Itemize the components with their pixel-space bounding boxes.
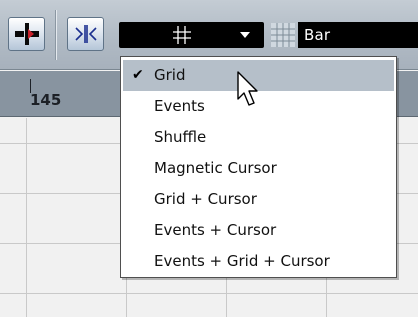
menu-item-label: Shuffle xyxy=(154,128,207,146)
chevron-down-icon xyxy=(240,32,250,38)
menu-item-shuffle[interactable]: Shuffle xyxy=(123,122,394,153)
snap-zero-crossing-button[interactable] xyxy=(67,17,104,51)
grid-icon xyxy=(173,26,191,44)
quantize-value: Bar xyxy=(304,26,331,44)
menu-item-label: Grid + Cursor xyxy=(154,190,257,208)
snap-to-zero-crossing-icon xyxy=(74,25,97,43)
menu-item-events-cursor[interactable]: Events + Cursor xyxy=(123,215,394,246)
quantize-grid-icon xyxy=(271,23,295,47)
menu-item-label: Grid xyxy=(154,66,186,84)
quantize-dropdown[interactable]: Bar xyxy=(298,22,418,48)
snap-toggle-button[interactable] xyxy=(8,17,45,51)
menu-item-label: Magnetic Cursor xyxy=(154,159,277,177)
menu-item-events-grid-cursor[interactable]: Events + Grid + Cursor xyxy=(123,246,394,277)
snap-on-off-icon xyxy=(14,23,39,45)
checkmark-icon: ✔ xyxy=(132,67,144,83)
menu-item-label: Events + Grid + Cursor xyxy=(154,252,330,270)
mouse-pointer-icon xyxy=(237,71,258,106)
snap-mode-dropdown[interactable] xyxy=(119,22,264,48)
ruler-position-label: 145 xyxy=(30,91,62,109)
menu-item-label: Events xyxy=(154,97,205,115)
menu-item-label: Events + Cursor xyxy=(154,221,277,239)
menu-item-grid-cursor[interactable]: Grid + Cursor xyxy=(123,184,394,215)
toolbar-separator xyxy=(55,10,57,60)
menu-item-magnetic-cursor[interactable]: Magnetic Cursor xyxy=(123,153,394,184)
